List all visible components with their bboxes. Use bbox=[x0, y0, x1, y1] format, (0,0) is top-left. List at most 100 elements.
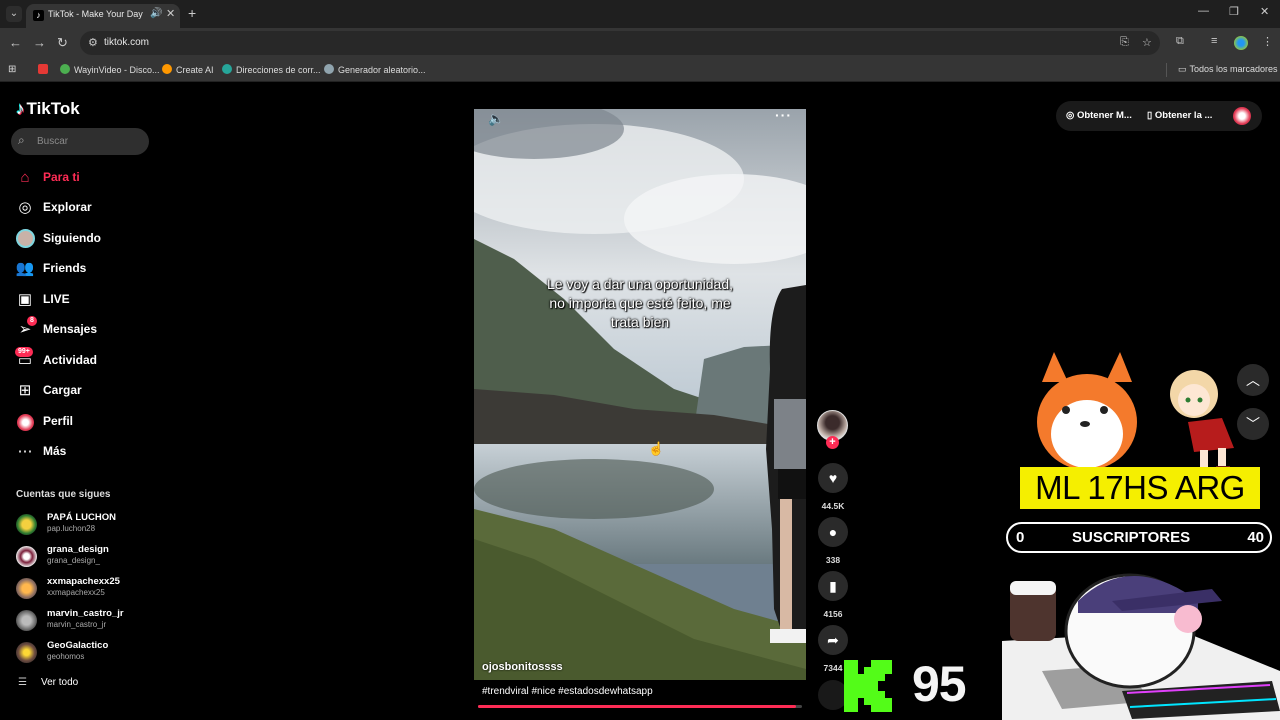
bookmark-wayinvideo[interactable]: WayinVideo - Disco... bbox=[60, 64, 160, 75]
comment-button[interactable]: ● bbox=[818, 517, 848, 547]
nav-siguiendo[interactable]: Siguiendo bbox=[15, 228, 155, 250]
save-count: 4156 bbox=[823, 609, 843, 619]
browser-tab[interactable]: ♪ TikTok - Make Your Day 🔊 ✕ bbox=[26, 4, 180, 28]
account-name: PAPÁ LUCHON bbox=[47, 512, 116, 523]
subs-label: SUSCRIPTORES bbox=[1072, 529, 1191, 546]
account-name: xxmapachexx25 bbox=[47, 576, 120, 587]
account-item[interactable]: xxmapachexx25 xxmapachexx25 bbox=[16, 576, 156, 602]
video-text-overlay: Le voy a dar una oportunidad, no importa… bbox=[546, 276, 734, 330]
share-icon: ➦ bbox=[827, 632, 839, 648]
install-app-icon[interactable]: ⎘ bbox=[1120, 36, 1129, 49]
video-frame bbox=[474, 109, 806, 680]
save-button[interactable]: ▮ bbox=[818, 571, 848, 601]
kick-follower-count: 95 bbox=[912, 656, 967, 712]
header-actions: ◎ Obtener M... ▯ Obtener la ... bbox=[1056, 101, 1262, 131]
nav-para-ti[interactable]: ⌂ Para ti bbox=[15, 167, 155, 189]
like-button[interactable]: ♥ bbox=[818, 463, 848, 493]
bookmark-youtube[interactable] bbox=[38, 64, 52, 75]
user-avatar[interactable] bbox=[1233, 107, 1251, 125]
volume-icon[interactable]: 🔈 bbox=[488, 111, 504, 127]
tab-close-icon[interactable]: ✕ bbox=[166, 7, 175, 20]
nav-cargar[interactable]: ⊞ Cargar bbox=[15, 380, 155, 402]
anime-girl-sticker bbox=[1170, 370, 1234, 474]
bookmark-generador[interactable]: Generador aleatorio... bbox=[324, 64, 426, 75]
youtube-icon bbox=[38, 64, 48, 74]
video-player[interactable]: 🔈 ··· Le voy a dar una oportunidad, no i… bbox=[474, 109, 806, 680]
home-icon: ⌂ bbox=[20, 169, 30, 186]
account-name: marvin_castro_jr bbox=[47, 608, 124, 619]
search-icon[interactable]: ⌕ bbox=[18, 133, 25, 148]
activity-badge: 99+ bbox=[15, 347, 33, 357]
nav-live[interactable]: ▣ LIVE bbox=[15, 289, 155, 311]
live-icon: ▣ bbox=[17, 291, 33, 308]
generator-icon bbox=[324, 64, 334, 74]
nav-label: Explorar bbox=[43, 200, 92, 214]
profile-icon[interactable] bbox=[1234, 36, 1248, 50]
share-button[interactable]: ➦ bbox=[818, 625, 848, 655]
wayinvideo-icon bbox=[60, 64, 70, 74]
get-coins-button[interactable]: ◎ Obtener M... bbox=[1066, 110, 1132, 121]
search-input[interactable] bbox=[37, 128, 145, 155]
back-button[interactable]: ← bbox=[9, 35, 22, 50]
bookmark-direcciones[interactable]: Direcciones de corr... bbox=[222, 64, 321, 75]
video-author[interactable]: ojosbonitossss bbox=[482, 661, 563, 673]
media-control-icon[interactable]: ≡ bbox=[1211, 35, 1217, 47]
video-progress-bar[interactable] bbox=[478, 705, 802, 708]
nav-label: Para ti bbox=[43, 170, 80, 184]
apps-grid-icon[interactable]: ⊞ bbox=[8, 64, 16, 75]
new-tab-button[interactable]: + bbox=[188, 5, 196, 21]
reload-button[interactable]: ↻ bbox=[57, 35, 68, 51]
avatar bbox=[16, 642, 37, 663]
account-item[interactable]: PAPÁ LUCHON pap.luchon28 bbox=[16, 512, 156, 538]
tab-search-button[interactable]: ⌄ bbox=[6, 6, 22, 22]
tiktok-favicon-icon: ♪ bbox=[33, 10, 44, 21]
all-bookmarks-button[interactable]: ▭ Todos los marcadores bbox=[1178, 64, 1278, 75]
nav-label: Mensajes bbox=[43, 322, 98, 336]
account-item[interactable]: grana_design grana_design_ bbox=[16, 544, 156, 570]
nav-label: LIVE bbox=[43, 292, 70, 306]
list-icon: ☰ bbox=[18, 677, 27, 688]
close-window-button[interactable]: ✕ bbox=[1260, 5, 1269, 18]
url-text[interactable]: tiktok.com bbox=[104, 37, 149, 48]
search-box[interactable]: ⌕ bbox=[11, 128, 149, 155]
nav-perfil[interactable]: Perfil bbox=[15, 411, 155, 433]
avatar bbox=[16, 610, 37, 631]
account-item[interactable]: marvin_castro_jr marvin_castro_jr bbox=[16, 608, 156, 634]
mail-icon bbox=[222, 64, 232, 74]
kick-logo-icon bbox=[844, 660, 892, 712]
menu-icon[interactable]: ⋮ bbox=[1262, 35, 1273, 48]
nav-mas[interactable]: ⋯ Más bbox=[15, 441, 155, 463]
coin-icon: ◎ bbox=[1066, 110, 1075, 121]
site-info-icon[interactable]: ⚙ bbox=[88, 36, 98, 49]
forward-button[interactable]: → bbox=[33, 35, 46, 50]
bookmark-create-ai[interactable]: Create AI bbox=[162, 64, 214, 75]
tiktok-page: ♪TikTok ⌕ ⌂ Para ti ◎ Explorar Siguiendo… bbox=[0, 83, 1280, 720]
account-handle: pap.luchon28 bbox=[47, 524, 96, 533]
nav-label: Friends bbox=[43, 261, 87, 275]
video-hashtags[interactable]: #trendviral #nice #estadosdewhatsapp bbox=[482, 686, 653, 697]
nav-mensajes[interactable]: ➢ 8 Mensajes bbox=[15, 316, 155, 341]
account-item[interactable]: GeoGalactico geohomos bbox=[16, 640, 156, 666]
profile-icon bbox=[15, 412, 35, 432]
account-name: grana_design bbox=[47, 544, 109, 555]
restore-button[interactable]: ❐ bbox=[1229, 5, 1239, 18]
nav-actividad[interactable]: ▭ 99+ Actividad bbox=[15, 347, 155, 372]
bookmarks-divider bbox=[1166, 63, 1167, 77]
tiktok-logo[interactable]: ♪ TikTok bbox=[16, 99, 80, 119]
compass-icon: ◎ bbox=[18, 199, 32, 216]
get-app-button[interactable]: ▯ Obtener la ... bbox=[1147, 110, 1212, 121]
browser-toolbar: ← → ↻ ⚙ tiktok.com ⎘ ☆ ⧉ ≡ ⋮ bbox=[0, 28, 1280, 58]
minimize-button[interactable]: — bbox=[1198, 5, 1209, 17]
upload-icon: ⊞ bbox=[18, 382, 32, 399]
address-bar[interactable]: ⚙ tiktok.com ⎘ ☆ bbox=[80, 31, 1160, 55]
see-all-button[interactable]: ☰ Ver todo bbox=[18, 677, 78, 688]
follow-plus-icon[interactable]: + bbox=[826, 436, 839, 449]
nav-explorar[interactable]: ◎ Explorar bbox=[15, 197, 155, 219]
more-options-icon[interactable]: ··· bbox=[775, 109, 792, 123]
nav-friends[interactable]: 👥 Friends bbox=[15, 258, 155, 280]
tab-audio-icon[interactable]: 🔊 bbox=[150, 8, 162, 19]
bookmark-star-icon[interactable]: ☆ bbox=[1142, 36, 1152, 49]
avatar bbox=[16, 514, 37, 535]
extensions-icon[interactable]: ⧉ bbox=[1176, 35, 1184, 48]
account-handle: grana_design_ bbox=[47, 556, 100, 565]
